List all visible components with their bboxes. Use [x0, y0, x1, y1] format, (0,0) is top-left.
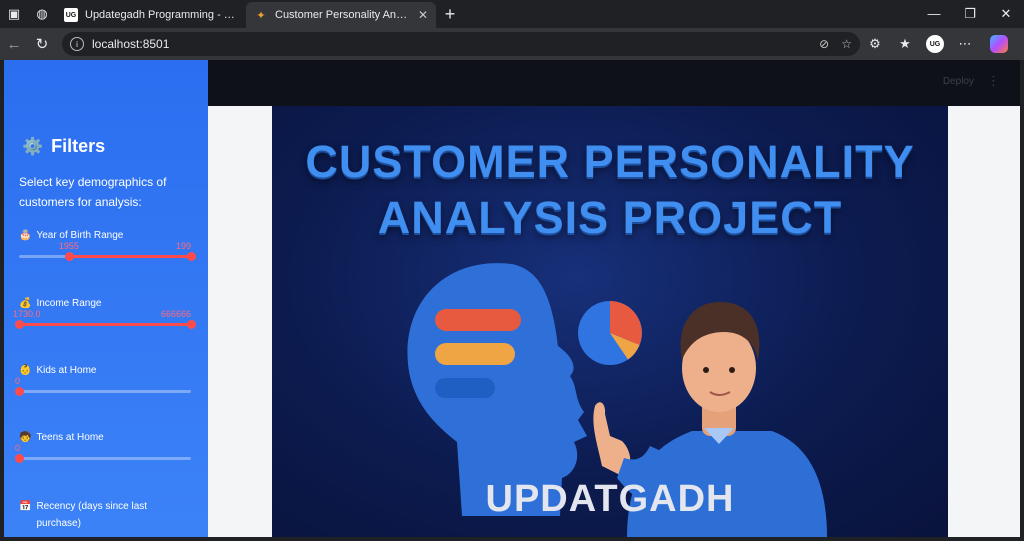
deploy-button[interactable]: Deploy: [943, 76, 974, 87]
year-of-birth-slider: 🎂 Year of Birth Range 1955 199: [19, 230, 196, 261]
close-window-icon[interactable]: ✕: [988, 6, 1024, 22]
hero-title-line1: CUSTOMER PERSONALITY: [305, 136, 915, 187]
red-bar-icon: [435, 309, 521, 331]
calendar-icon: 📅: [19, 501, 32, 512]
reload-icon[interactable]: ↻: [28, 35, 56, 53]
sidebar-title: ⚙️ Filters: [22, 136, 105, 157]
sidebar-description: Select key demographics of customers for…: [19, 175, 167, 209]
extensions-icon[interactable]: ⚙: [860, 36, 890, 52]
site-info-icon[interactable]: i: [70, 37, 84, 51]
slider-min-value: 1730.0: [13, 309, 41, 319]
slider-min-value: 0: [15, 443, 21, 453]
tab-customer-personality[interactable]: ✦ Customer Personality Analysis ✕: [246, 2, 436, 28]
slider-thumb-high[interactable]: [187, 320, 196, 329]
address-bar[interactable]: i localhost:8501 ⊘ ☆: [62, 32, 860, 56]
slider-max-value: 666666: [160, 309, 191, 319]
child-icon: 🧒: [19, 432, 32, 443]
money-bag-icon: 💰: [19, 298, 32, 309]
favorite-star-icon[interactable]: ☆: [841, 37, 852, 51]
tracking-blocked-icon[interactable]: ⊘: [819, 37, 829, 51]
kids-at-home-slider: 👶 Kids at Home 0: [15, 365, 191, 396]
workspaces-icon[interactable]: ◍: [28, 0, 56, 28]
updategadh-favicon-icon: UG: [64, 8, 78, 22]
back-icon[interactable]: ←: [0, 36, 28, 53]
slider-label: Kids at Home: [36, 365, 97, 376]
address-toolbar: ← ↻ i localhost:8501 ⊘ ☆ ⚙ ★ UG ⋯: [0, 28, 1024, 60]
slider-track[interactable]: [19, 252, 196, 261]
slider-values: 0: [15, 376, 191, 388]
app-header: Deploy ⋮: [208, 60, 1020, 106]
slider-label: Year of Birth Range: [36, 230, 124, 241]
hero-title-line2: ANALYSIS PROJECT: [377, 192, 843, 243]
filters-sidebar: ⚙️ Filters Select key demographics of cu…: [4, 60, 208, 537]
slider-values: 1730.0 666666: [13, 309, 191, 321]
app-viewport: ⚙️ Filters Select key demographics of cu…: [4, 60, 1020, 537]
slider-fill: [19, 323, 191, 326]
minimize-icon[interactable]: —: [916, 6, 952, 22]
slider-max-value: 199: [175, 241, 191, 251]
more-options-icon[interactable]: ⋯: [950, 36, 980, 52]
hero-banner-image: CUSTOMER PERSONALITY ANALYSIS PROJECT UP…: [272, 106, 948, 537]
person-icon: ✦: [256, 9, 266, 22]
slider-thumb-low[interactable]: [15, 320, 24, 329]
tab-title: Updategadh Programming - Upd: [85, 9, 238, 21]
pie-chart-icon: [578, 301, 642, 365]
slider-label: Income Range: [36, 298, 102, 309]
income-range-slider: 💰 Income Range 1730.0 666666: [13, 298, 196, 329]
baby-icon: 👶: [19, 365, 32, 376]
slider-thumb-high[interactable]: [187, 252, 196, 261]
copilot-icon[interactable]: [990, 35, 1008, 53]
tab-title: Customer Personality Analysis: [275, 9, 412, 21]
slider-track[interactable]: [15, 387, 191, 396]
recency-slider: 📅 Recency (days since last purchase): [19, 498, 191, 532]
slider-thumb-low[interactable]: [15, 454, 24, 463]
slider-min-value: 1955: [58, 241, 79, 251]
close-tab-icon[interactable]: ✕: [418, 8, 428, 22]
slider-thumb-low[interactable]: [64, 252, 74, 261]
orange-bar-icon: [435, 343, 515, 365]
slider-track[interactable]: [15, 454, 191, 463]
new-tab-button[interactable]: +: [436, 4, 464, 25]
sidebar-title-text: Filters: [51, 136, 106, 156]
profile-avatar[interactable]: UG: [926, 35, 944, 53]
blue-bar-icon: [435, 378, 495, 398]
url-text: localhost:8501: [92, 37, 170, 51]
tab-updategadh[interactable]: UG Updategadh Programming - Upd: [56, 2, 246, 28]
cake-icon: 🎂: [19, 230, 32, 241]
browser-tab-bar: ▣ ◍ UG Updategadh Programming - Upd ✦ Cu…: [0, 0, 1024, 28]
slider-fill: [68, 255, 191, 258]
slider-label: Recency (days since last purchase): [36, 501, 148, 529]
restore-icon[interactable]: ❐: [952, 6, 988, 22]
window-controls: — ❐ ✕: [916, 6, 1024, 22]
slider-label: Teens at Home: [36, 432, 104, 443]
gear-icon: ⚙️: [22, 136, 44, 156]
slider-thumb-low[interactable]: [15, 387, 24, 396]
slider-values: 0: [15, 443, 191, 455]
slider-values: 1955 199: [19, 241, 191, 253]
tab-actions-icon[interactable]: ▣: [0, 0, 28, 28]
favorites-icon[interactable]: ★: [890, 36, 920, 52]
teens-at-home-slider: 🧒 Teens at Home 0: [15, 432, 191, 463]
slider-track[interactable]: [15, 320, 196, 329]
brand-watermark: UPDATGADH: [485, 478, 735, 520]
slider-min-value: 0: [15, 376, 21, 386]
main-menu-icon[interactable]: ⋮: [987, 73, 1000, 89]
